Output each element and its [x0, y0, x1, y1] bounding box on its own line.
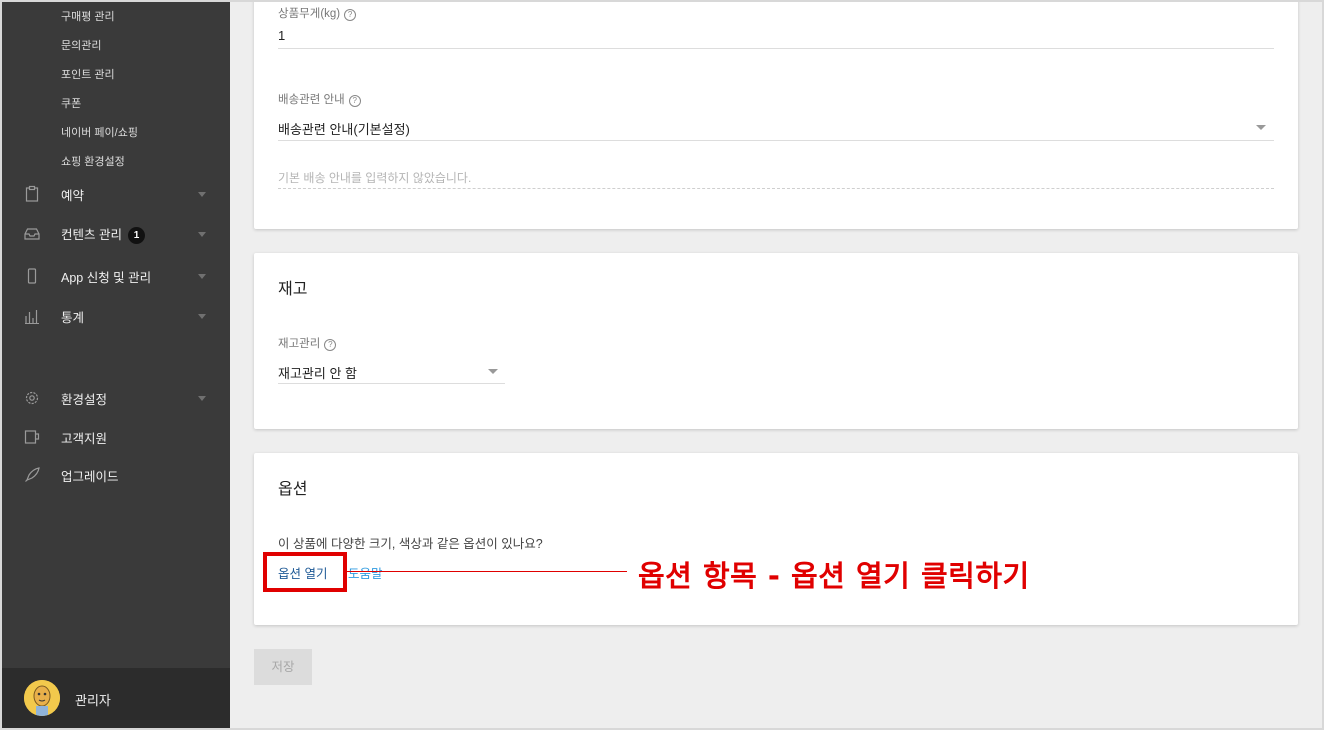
help-link[interactable]: 도움말	[348, 563, 383, 582]
cup-icon	[24, 430, 40, 444]
save-button[interactable]: 저장	[254, 649, 312, 685]
options-question: 이 상품에 다양한 크기, 색상과 같은 옵션이 있나요?	[278, 537, 543, 551]
sidebar-item-shop-settings[interactable]: 쇼핑 환경설정	[61, 153, 125, 169]
sidebar-item-label: 업그레이드	[61, 469, 119, 484]
sidebar: 구매평 관리 문의관리 포인트 관리 쿠폰 네이버 페이/쇼핑 쇼핑 환경설정 …	[2, 2, 230, 728]
sidebar-item-label: 통계	[61, 310, 85, 325]
weight-label: 상품무게(kg)?	[278, 5, 357, 21]
stock-label-text: 재고관리	[278, 338, 321, 350]
rocket-icon	[25, 467, 40, 482]
chevron-down-icon	[198, 396, 206, 401]
inbox-icon	[24, 228, 40, 240]
sidebar-item-label: 컨텐츠 관리 1	[61, 224, 145, 245]
sidebar-item-settings[interactable]: 환경설정	[2, 383, 230, 413]
shipping-info-underline	[278, 140, 1274, 141]
weight-label-text: 상품무게(kg)	[278, 8, 341, 20]
sidebar-item-app[interactable]: App 신청 및 관리	[2, 261, 230, 291]
stock-select-underline	[278, 383, 505, 384]
sidebar-item-label: 고객지원	[61, 431, 108, 446]
bar-chart-icon	[25, 310, 39, 324]
sidebar-item-label: 환경설정	[61, 392, 108, 407]
options-card: 옵션 이 상품에 다양한 크기, 색상과 같은 옵션이 있나요? 옵션 열기 도…	[254, 453, 1298, 625]
stock-label: 재고관리?	[278, 335, 337, 351]
user-name: 관리자	[75, 693, 111, 708]
sidebar-item-reviews[interactable]: 구매평 관리	[61, 8, 115, 24]
chevron-down-icon	[198, 314, 206, 319]
annotation-connector-line	[347, 571, 627, 572]
sidebar-item-naver-pay[interactable]: 네이버 페이/쇼핑	[61, 124, 138, 140]
sidebar-item-coupons[interactable]: 쿠폰	[61, 95, 81, 111]
inventory-title: 재고	[278, 281, 308, 298]
sidebar-item-support[interactable]: 고객지원	[2, 422, 230, 452]
shipping-card: 상품무게(kg)? 1 배송관련 안내? 배송관련 안내(기본설정) 기본 배송…	[254, 2, 1298, 229]
chevron-down-icon	[198, 274, 206, 279]
chevron-down-icon	[198, 192, 206, 197]
sidebar-item-upgrade[interactable]: 업그레이드	[2, 460, 230, 490]
sidebar-item-reservation[interactable]: 예약	[2, 179, 230, 209]
inventory-card: 재고 재고관리? 재고관리 안 함	[254, 253, 1298, 429]
shipping-info-label-text: 배송관련 안내	[278, 94, 345, 106]
shipping-info-select[interactable]: 배송관련 안내(기본설정)	[278, 119, 410, 138]
stock-select[interactable]: 재고관리 안 함	[278, 363, 357, 382]
sidebar-item-inquiries[interactable]: 문의관리	[61, 37, 101, 53]
sidebar-item-contents[interactable]: 컨텐츠 관리 1	[2, 219, 230, 249]
sidebar-item-points[interactable]: 포인트 관리	[61, 66, 115, 82]
sidebar-item-stats[interactable]: 통계	[2, 301, 230, 331]
shipping-info-text[interactable]: 기본 배송 안내를 입력하지 않았습니다.	[278, 169, 471, 186]
weight-input-underline	[278, 48, 1274, 49]
mobile-phone-icon	[27, 268, 37, 284]
shipping-info-text-underline	[278, 188, 1274, 189]
avatar	[24, 680, 60, 716]
notification-badge: 1	[127, 227, 145, 245]
contents-label: 컨텐츠 관리	[61, 227, 122, 242]
annotation-highlight-box	[263, 552, 347, 592]
sidebar-item-label: 예약	[61, 188, 85, 203]
clipboard-icon	[25, 185, 39, 202]
sidebar-item-label: App 신청 및 관리	[61, 270, 152, 285]
user-profile[interactable]: 관리자	[2, 668, 230, 728]
chevron-down-icon	[198, 232, 206, 237]
help-icon[interactable]: ?	[324, 339, 337, 351]
shipping-info-label: 배송관련 안내?	[278, 91, 361, 107]
chevron-down-icon[interactable]	[488, 369, 498, 374]
help-icon[interactable]: ?	[348, 95, 361, 107]
options-title: 옵션	[278, 481, 308, 498]
app-frame: 구매평 관리 문의관리 포인트 관리 쿠폰 네이버 페이/쇼핑 쇼핑 환경설정 …	[2, 2, 1322, 728]
avatar-icon	[24, 680, 60, 716]
gear-icon	[25, 391, 39, 405]
chevron-down-icon[interactable]	[1256, 125, 1266, 130]
help-icon[interactable]: ?	[344, 9, 357, 21]
weight-input[interactable]: 1	[278, 28, 285, 43]
annotation-text: 옵션 항목 - 옵션 열기 클릭하기	[638, 559, 1030, 593]
